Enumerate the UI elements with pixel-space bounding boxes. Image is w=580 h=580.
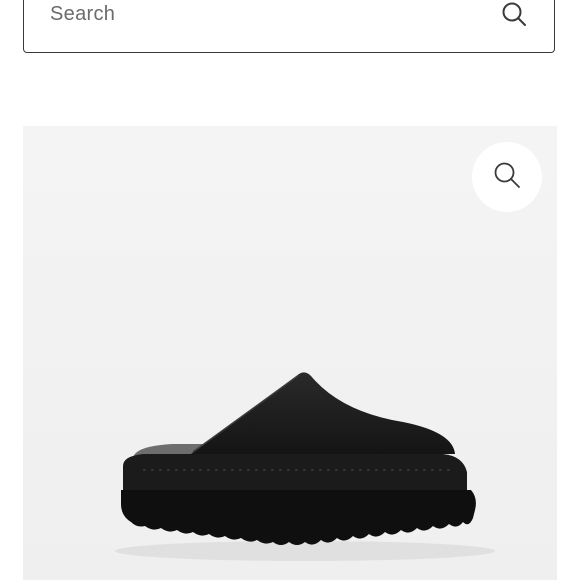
product-image-container[interactable]: [23, 126, 557, 580]
zoom-button[interactable]: [472, 142, 542, 212]
search-input[interactable]: [50, 0, 470, 34]
search-bar: [23, 0, 555, 53]
search-icon[interactable]: [500, 0, 528, 28]
zoom-magnifier-icon: [492, 160, 522, 195]
